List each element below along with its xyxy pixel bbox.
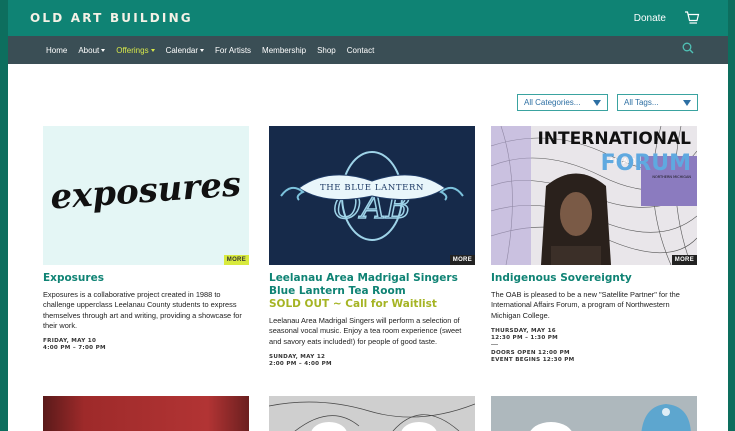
event-title[interactable]: Indigenous Sovereignty	[491, 272, 697, 285]
svg-text:NORTHERN MICHIGAN: NORTHERN MICHIGAN	[652, 175, 691, 179]
sold-out-status: SOLD OUT ~ Call for Waitlist	[269, 298, 437, 310]
event-image-next-1[interactable]	[43, 396, 249, 431]
event-image-blue-lantern[interactable]: OAB THE BLUE LANTERN MORE	[269, 126, 475, 265]
doors-open: DOORS OPEN 12:00 PM	[491, 349, 570, 356]
top-bar: OLD ART BUILDING Donate	[8, 0, 728, 36]
donate-link[interactable]: Donate	[634, 13, 666, 24]
nav-offerings[interactable]: Offerings	[116, 46, 155, 55]
dropdown-arrow-icon	[683, 99, 691, 106]
event-image-next-2[interactable]	[269, 396, 475, 431]
event-begins: EVENT BEGINS 12:30 PM	[491, 356, 575, 363]
forum-artwork: INTERNATIONAL AFFAIRS FORUM NORTHERN MIC…	[491, 126, 697, 265]
event-card-exposures[interactable]: exposures MORE Exposures Exposures is a …	[43, 126, 249, 352]
svg-text:INTERNATIONAL: INTERNATIONAL	[537, 129, 691, 149]
event-time: 4:00 PM – 7:00 PM	[43, 345, 106, 352]
category-select[interactable]: All Categories...	[517, 94, 608, 111]
tag-select[interactable]: All Tags...	[617, 94, 698, 111]
nav-calendar[interactable]: Calendar	[166, 46, 205, 55]
chevron-down-icon	[150, 48, 155, 52]
sketch-artwork	[269, 401, 475, 431]
site-logo[interactable]: OLD ART BUILDING	[30, 11, 193, 25]
more-badge[interactable]: MORE	[223, 255, 249, 265]
event-date: SUNDAY, MAY 12	[269, 353, 326, 360]
nav-membership[interactable]: Membership	[262, 46, 306, 55]
blue-lantern-artwork: OAB THE BLUE LANTERN	[280, 151, 464, 241]
event-description: The OAB is pleased to be a new "Satellit…	[491, 290, 680, 320]
search-icon[interactable]	[682, 42, 694, 54]
cart-icon[interactable]	[684, 11, 700, 25]
dropdown-arrow-icon	[593, 99, 601, 106]
svg-text:exposures: exposures	[49, 164, 242, 217]
event-time: 2:00 PM – 4:00 PM	[269, 360, 332, 367]
event-title[interactable]: Leelanau Area Madrigal Singers Blue Lant…	[269, 272, 475, 298]
event-card-madrigal[interactable]: OAB THE BLUE LANTERN MORE Leelanau Area …	[269, 126, 475, 368]
more-badge[interactable]: MORE	[671, 255, 697, 265]
nav-home[interactable]: Home	[46, 46, 67, 55]
event-time: 12:30 PM – 1:30 PM	[491, 334, 559, 341]
main-nav: Home About Offerings Calendar For Artist…	[8, 36, 728, 64]
event-description: Exposures is a collaborative project cre…	[43, 290, 242, 330]
event-image-exposures[interactable]: exposures MORE	[43, 126, 249, 265]
nav-shop[interactable]: Shop	[317, 46, 336, 55]
chevron-down-icon	[200, 48, 205, 52]
page: OLD ART BUILDING Donate Home About Offer…	[8, 0, 728, 431]
event-title[interactable]: Exposures	[43, 272, 249, 285]
event-card-indigenous[interactable]: INTERNATIONAL AFFAIRS FORUM NORTHERN MIC…	[491, 126, 697, 364]
nav-contact[interactable]: Contact	[347, 46, 375, 55]
svg-text:THE BLUE LANTERN: THE BLUE LANTERN	[320, 183, 424, 193]
chevron-down-icon	[101, 48, 106, 52]
event-image-forum[interactable]: INTERNATIONAL AFFAIRS FORUM NORTHERN MIC…	[491, 126, 697, 265]
separator: —	[491, 340, 498, 348]
nav-about[interactable]: About	[78, 46, 106, 55]
event-description: Leelanau Area Madrigal Singers will perf…	[269, 316, 462, 346]
nav-for-artists[interactable]: For Artists	[215, 46, 251, 55]
more-badge[interactable]: MORE	[449, 255, 475, 265]
filter-bar: All Categories... All Tags...	[517, 94, 698, 111]
event-date: FRIDAY, MAY 10	[43, 338, 97, 345]
event-image-next-3[interactable]	[491, 396, 697, 431]
svg-text:FORUM: FORUM	[601, 151, 691, 176]
exposures-artwork: exposures	[49, 164, 242, 217]
event-date: THURSDAY, MAY 16	[491, 327, 556, 334]
photo-artwork	[491, 396, 697, 431]
